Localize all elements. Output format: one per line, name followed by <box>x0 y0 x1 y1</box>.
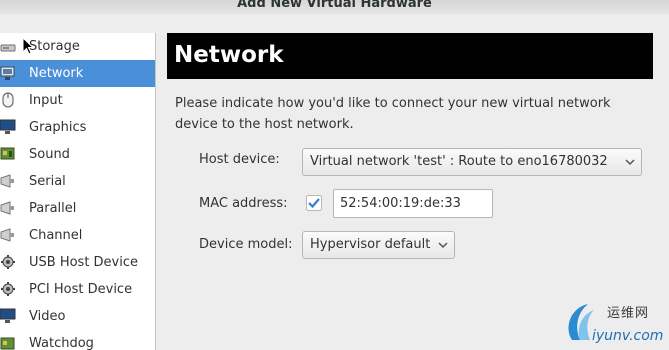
parallel-port-icon <box>0 201 14 215</box>
sidebar-item-label: Graphics <box>29 120 87 135</box>
storage-icon <box>0 44 16 52</box>
sidebar-item-label: Storage <box>29 39 80 54</box>
sidebar-item-label: Video <box>29 309 66 324</box>
pci-device-icon <box>1 282 15 296</box>
sidebar-item-network[interactable]: Network <box>0 60 155 87</box>
watermark: 运维网 iyunv.com <box>564 300 669 350</box>
monitor-icon <box>0 119 16 134</box>
host-device-select[interactable]: Virtual network 'test' : Route to eno167… <box>302 148 642 176</box>
video-monitor-icon <box>0 308 16 323</box>
watermark-brand: 运维网 <box>607 306 650 321</box>
sidebar-item-graphics[interactable]: Graphics <box>0 114 155 141</box>
description-text: Please indicate how you'd like to connec… <box>175 96 611 132</box>
titlebar: Add New Virtual Hardware <box>0 0 669 14</box>
sidebar-item-watchdog[interactable]: Watchdog <box>0 330 155 350</box>
host-device-label: Host device: <box>199 152 280 167</box>
chevron-down-icon <box>625 159 635 166</box>
sidebar-item-label: Serial <box>29 174 66 189</box>
sidebar-item-serial[interactable]: Serial <box>0 168 155 195</box>
section-header: Network <box>167 33 653 79</box>
serial-port-icon <box>0 174 14 188</box>
sidebar-item-video[interactable]: Video <box>0 303 155 330</box>
network-icon <box>0 66 15 80</box>
sidebar-item-input[interactable]: Input <box>0 87 155 114</box>
host-device-value: Virtual network 'test' : Route to eno167… <box>310 154 608 169</box>
sidebar-item-channel[interactable]: Channel <box>0 222 155 249</box>
sidebar-item-label: Channel <box>29 228 83 243</box>
sidebar-item-label: Watchdog <box>29 336 94 350</box>
mac-address-checkbox[interactable] <box>306 195 322 211</box>
channel-icon <box>0 228 14 242</box>
sidebar-item-parallel[interactable]: Parallel <box>0 195 155 222</box>
device-model-label: Device model: <box>199 237 293 252</box>
mac-address-label: MAC address: <box>199 196 288 211</box>
device-model-value: Hypervisor default <box>310 237 431 252</box>
sidebar-item-sound[interactable]: Sound <box>0 141 155 168</box>
chevron-down-icon <box>438 242 448 249</box>
usb-device-icon <box>1 255 15 269</box>
sidebar-item-label: PCI Host Device <box>29 282 133 297</box>
mouse-icon <box>2 92 14 108</box>
sidebar-item-usb-host-device[interactable]: USB Host Device <box>0 249 155 276</box>
mac-address-field[interactable]: 52:54:00:19:de:33 <box>333 189 493 218</box>
sidebar-item-pci-host-device[interactable]: PCI Host Device <box>0 276 155 303</box>
sidebar-item-label: Network <box>29 66 84 81</box>
watermark-url: iyunv.com <box>592 328 664 344</box>
sidebar-item-label: Input <box>29 93 63 108</box>
device-model-select[interactable]: Hypervisor default <box>302 231 455 259</box>
window-title: Add New Virtual Hardware <box>237 0 432 11</box>
hardware-list[interactable]: Storage Network Input Graphics Sound Ser… <box>0 33 156 350</box>
mouse-pointer-icon <box>22 37 34 55</box>
sidebar-item-label: Parallel <box>29 201 77 216</box>
sound-card-icon <box>0 147 15 160</box>
sidebar-item-label: Sound <box>29 147 70 162</box>
sidebar-item-label: USB Host Device <box>29 255 139 270</box>
watchdog-icon <box>0 337 15 350</box>
section-title: Network <box>174 42 284 68</box>
